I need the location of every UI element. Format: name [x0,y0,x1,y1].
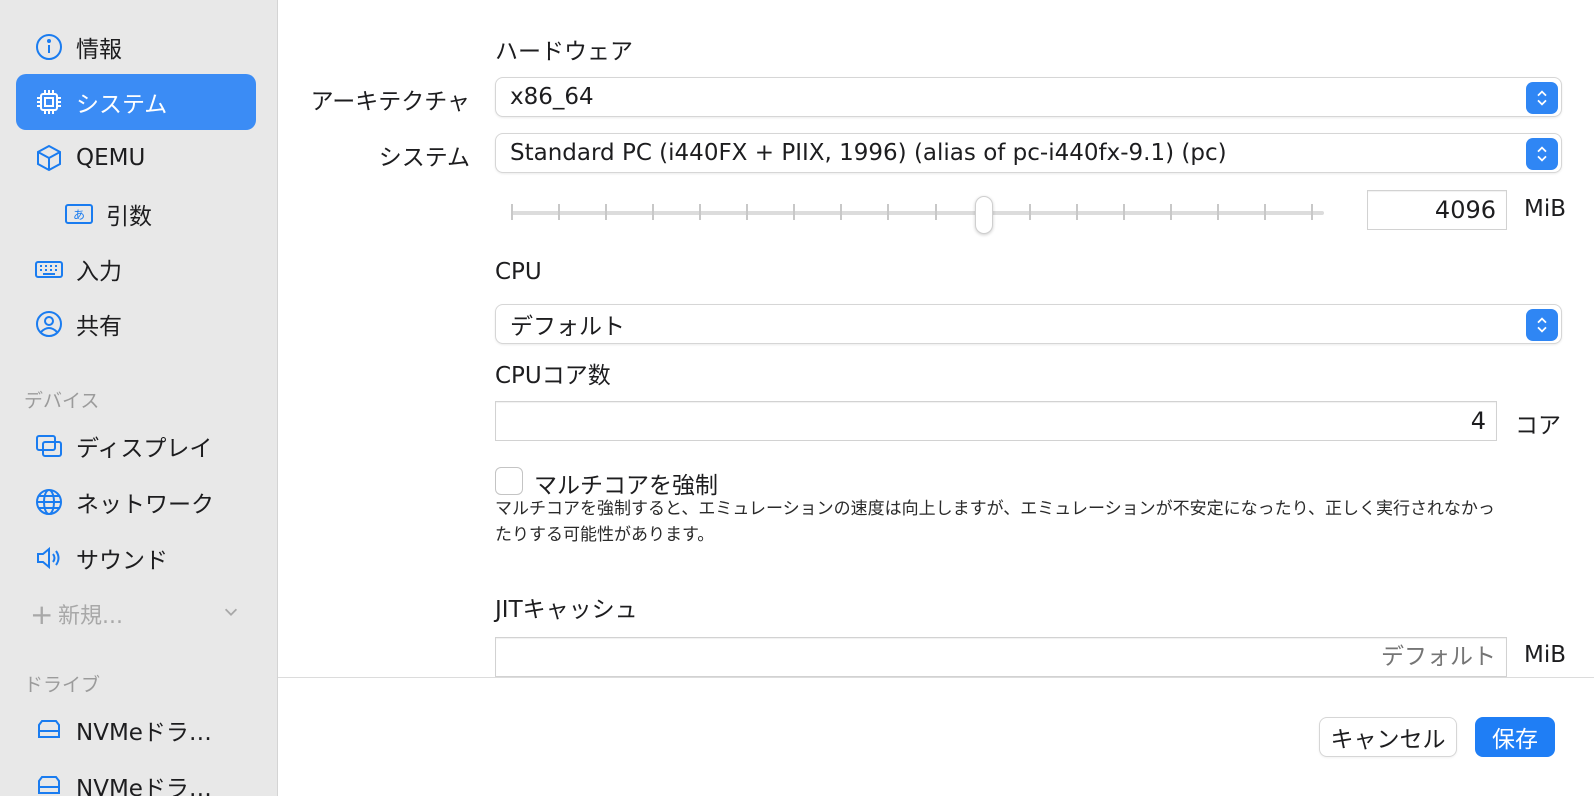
slider-tick [605,204,607,220]
slider-tick [935,204,937,220]
drive-icon [32,769,66,796]
slider-tick [793,204,795,220]
text-input-icon: あ [62,197,96,231]
sidebar-item-label: サウンド [76,548,168,574]
cpu-value: デフォルト [510,314,625,340]
keyboard-icon [32,252,66,286]
cpu-cores-unit: コア [1515,413,1561,439]
cpu-select[interactable]: デフォルト [495,304,1562,344]
cpu-cores-heading: CPUコア数 [495,363,611,389]
architecture-select[interactable]: x86_64 [495,77,1562,117]
jit-cache-heading: JITキャッシュ [495,597,638,623]
sidebar-item-label: 共有 [76,314,122,340]
cancel-button[interactable]: キャンセル [1319,717,1457,757]
memory-slider[interactable] [511,196,1324,234]
sidebar-item-network[interactable]: ネットワーク [16,474,256,530]
architecture-value: x86_64 [510,84,594,110]
force-multicore-description: マルチコアを強制すると、エミュレーションの速度は向上しますが、エミュレーションが… [495,499,1495,545]
drive-icon [32,713,66,747]
sidebar-item-qemu[interactable]: QEMU [16,130,256,186]
jit-cache-unit: MiB [1524,642,1567,668]
sidebar-item-system[interactable]: システム [16,74,256,130]
slider-tick [652,204,654,220]
slider-tick [1076,204,1078,220]
save-button[interactable]: 保存 [1475,717,1555,757]
drives-section-header: ドライブ [24,674,101,696]
cpu-heading: CPU [495,259,542,285]
slider-tick [699,204,701,220]
speaker-icon [32,541,66,575]
memory-field[interactable]: 4096 [1367,190,1507,230]
architecture-label: アーキテクチャ [310,89,470,115]
slider-thumb[interactable] [975,196,993,234]
slider-tick [1123,204,1125,220]
new-device-label: 新規... [58,604,123,629]
system-label: システム [378,145,470,171]
sidebar-item-label: 入力 [76,259,122,285]
slider-tick [746,204,748,220]
sidebar-item-info[interactable]: 情報 [16,19,256,75]
sidebar-item-label: 情報 [76,37,122,63]
sidebar-item-label: NVMeドラ… [76,776,212,796]
sidebar-item-label: システム [76,92,168,118]
sidebar-item-input[interactable]: 入力 [16,241,256,297]
system-value: Standard PC (i440FX + PIIX, 1996) (alias… [510,140,1227,166]
system-select[interactable]: Standard PC (i440FX + PIIX, 1996) (alias… [495,133,1562,173]
slider-tick [558,204,560,220]
svg-text:あ: あ [73,208,85,222]
sidebar-item-display[interactable]: ディスプレイ [16,418,256,474]
new-device-button[interactable]: + 新規... [30,596,240,632]
sidebar-item-drive[interactable]: NVMeドラ… [16,702,256,758]
slider-tick [887,204,889,220]
up-down-chevron-icon [1526,82,1558,114]
cube-icon [32,141,66,175]
sidebar-item-label: 引数 [106,204,152,230]
sidebar-item-sharing[interactable]: 共有 [16,296,256,352]
person-circle-icon [32,307,66,341]
hardware-heading: ハードウェア [495,39,633,65]
slider-tick [1170,204,1172,220]
devices-section-header: デバイス [24,390,100,412]
memory-unit: MiB [1524,196,1567,222]
sidebar: 情報 システム QEMU あ 引数 入力 共有 デバイス ディスプレイ ネットワ… [0,0,278,796]
slider-tick [1264,204,1266,220]
force-multicore-label: マルチコアを強制 [534,473,718,499]
jit-cache-field[interactable] [495,637,1507,677]
footer-bar: キャンセル 保存 [278,677,1594,796]
up-down-chevron-icon [1526,138,1558,170]
display-icon [32,429,66,463]
globe-icon [32,485,66,519]
slider-tick [1311,204,1313,220]
sidebar-item-label: ディスプレイ [76,436,213,462]
slider-tick [511,204,513,220]
sidebar-item-label: QEMU [76,145,146,171]
slider-tick [1029,204,1031,220]
sidebar-item-label: NVMeドラ… [76,720,212,746]
cpu-chip-icon [32,85,66,119]
sidebar-item-arguments[interactable]: あ 引数 [16,186,256,242]
plus-icon: + [30,597,54,631]
sidebar-item-drive[interactable]: NVMeドラ… [16,758,256,796]
info-icon [32,30,66,64]
force-multicore-checkbox[interactable] [495,467,523,495]
sidebar-item-label: ネットワーク [76,492,214,518]
slider-tick [1217,204,1219,220]
up-down-chevron-icon [1526,309,1558,341]
chevron-down-icon [222,602,240,627]
slider-track [511,211,1324,215]
sidebar-item-sound[interactable]: サウンド [16,530,256,586]
system-settings-panel: ハードウェア アーキテクチャ x86_64 システム Standard PC (… [278,0,1594,677]
cpu-cores-field[interactable]: 4 [495,401,1497,441]
slider-tick [840,204,842,220]
